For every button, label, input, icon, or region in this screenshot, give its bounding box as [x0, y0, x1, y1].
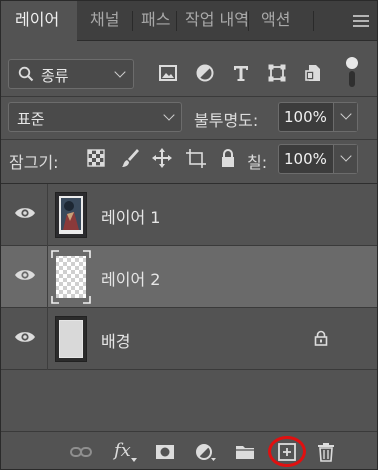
lock-transparent-pixels-icon[interactable]	[85, 147, 107, 169]
blend-mode-value: 표준	[17, 110, 45, 128]
visibility-eye-icon[interactable]	[14, 267, 36, 283]
filter-toggle-switch[interactable]	[346, 57, 358, 89]
layer-thumbnail[interactable]	[51, 250, 91, 304]
layer-style-fx-button[interactable]: fx	[114, 440, 131, 461]
blend-mode-select[interactable]: 표준	[8, 102, 182, 132]
panel-menu-icon[interactable]	[353, 15, 369, 27]
tab-history[interactable]: 작업 내역	[185, 1, 247, 41]
search-icon	[18, 66, 34, 82]
chevron-down-icon	[163, 109, 175, 121]
new-adjustment-layer-icon[interactable]	[194, 442, 216, 462]
layer-thumbnail-image	[59, 196, 83, 234]
lock-label: 잠그기:	[9, 153, 59, 172]
image-filter-icon[interactable]	[157, 62, 179, 84]
tab-separator	[176, 11, 177, 31]
column-divider	[47, 308, 48, 370]
layer-row-selected[interactable]: 레이어 2	[1, 246, 377, 308]
layer-thumbnail[interactable]	[55, 192, 87, 238]
toggle-track	[349, 71, 355, 87]
layers-bottom-toolbar: fx	[1, 431, 377, 469]
tab-separator	[132, 11, 133, 31]
panel-tab-bar: 레이어 채널 패스 작업 내역 액션	[1, 1, 377, 42]
link-layers-icon[interactable]	[70, 442, 92, 462]
lock-image-pixels-brush-icon[interactable]	[119, 147, 141, 169]
layer-locked-icon[interactable]	[314, 330, 328, 346]
opacity-dropdown-button[interactable]	[333, 103, 357, 131]
tab-separator	[313, 11, 314, 31]
layer-name[interactable]: 레이어 2	[101, 266, 160, 290]
transparent-thumbnail-image	[51, 250, 91, 304]
lock-position-move-icon[interactable]	[151, 147, 173, 169]
fill-dropdown-button[interactable]	[333, 145, 357, 173]
chevron-down-icon	[114, 66, 126, 78]
tab-separator	[248, 11, 249, 31]
caret-down-icon	[131, 458, 137, 462]
tab-paths[interactable]: 패스	[141, 1, 175, 41]
fill-label: 칠:	[247, 153, 268, 172]
column-divider	[47, 246, 48, 308]
chevron-down-icon	[340, 108, 352, 120]
layer-row[interactable]: 배경	[1, 308, 377, 370]
tab-channels[interactable]: 채널	[90, 1, 132, 41]
tab-actions[interactable]: 액션	[261, 1, 301, 41]
opacity-label: 불투명도:	[194, 111, 259, 130]
tab-layers[interactable]: 레이어	[1, 1, 77, 42]
layers-panel: 레이어 채널 패스 작업 내역 액션 종류 표준 불투명도: 100% 잠그기:…	[0, 0, 378, 470]
chevron-down-icon	[340, 150, 352, 162]
layer-name[interactable]: 레이어 1	[101, 204, 160, 228]
new-group-folder-icon[interactable]	[234, 442, 256, 462]
column-divider	[47, 184, 48, 246]
shape-filter-icon[interactable]	[266, 62, 288, 84]
background-thumbnail-image	[59, 320, 83, 358]
lock-artboard-icon[interactable]	[185, 147, 207, 169]
layer-row[interactable]: 레이어 1	[1, 184, 377, 246]
visibility-eye-icon[interactable]	[14, 329, 36, 345]
fill-value: 100%	[284, 150, 327, 168]
toggle-knob	[346, 57, 358, 69]
new-layer-highlight-circle	[268, 436, 306, 467]
divider	[1, 96, 377, 97]
opacity-value: 100%	[284, 108, 327, 126]
layer-thumbnail[interactable]	[55, 316, 87, 362]
opacity-field[interactable]: 100%	[278, 102, 358, 132]
visibility-eye-icon[interactable]	[14, 205, 36, 221]
filter-kind-select[interactable]: 종류	[8, 59, 134, 89]
delete-layer-trash-icon[interactable]	[315, 442, 337, 462]
add-layer-mask-icon[interactable]	[154, 442, 176, 462]
adjustment-filter-icon[interactable]	[194, 62, 216, 84]
layer-name[interactable]: 배경	[101, 328, 130, 352]
smart-object-filter-icon[interactable]	[303, 62, 325, 84]
lock-all-icon[interactable]	[217, 147, 239, 169]
divider	[1, 139, 377, 140]
layers-list: 레이어 1 레이어 2 배경	[1, 184, 377, 430]
filter-kind-label: 종류	[41, 67, 69, 85]
type-filter-icon[interactable]	[230, 62, 252, 84]
fill-field[interactable]: 100%	[278, 144, 358, 174]
